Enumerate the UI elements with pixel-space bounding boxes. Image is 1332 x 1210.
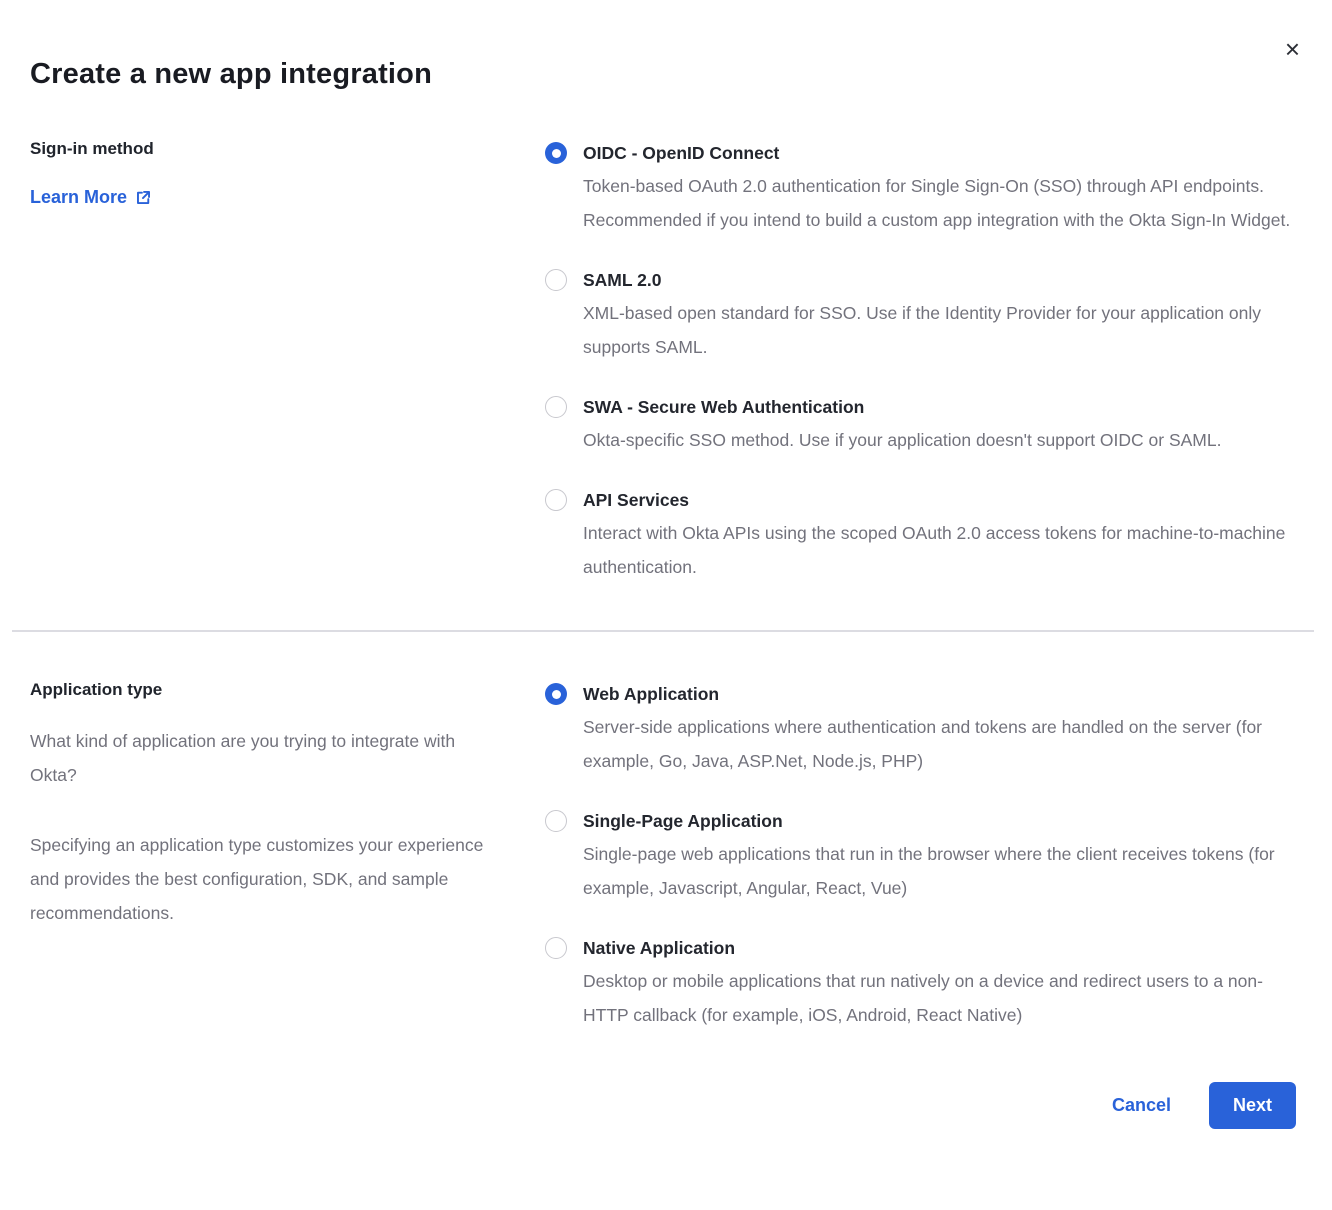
radio-option-label[interactable]: SWA - Secure Web Authentication [583, 393, 1221, 421]
cancel-button[interactable]: Cancel [1112, 1095, 1171, 1116]
signin-method-option-0[interactable]: OIDC - OpenID Connect Token-based OAuth … [545, 139, 1296, 237]
radio-option-description: Server-side applications where authentic… [583, 710, 1295, 778]
radio-option-label[interactable]: OIDC - OpenID Connect [583, 139, 1295, 167]
application-type-option-1[interactable]: Single-Page Application Single-page web … [545, 807, 1296, 905]
radio-option-label[interactable]: Native Application [583, 934, 1295, 962]
application-type-label: Application type [30, 680, 515, 700]
radio-button-icon[interactable] [545, 810, 567, 832]
signin-method-option-2[interactable]: SWA - Secure Web Authentication Okta-spe… [545, 393, 1296, 457]
learn-more-label: Learn More [30, 187, 127, 208]
section-divider [12, 630, 1314, 632]
radio-option-description: Single-page web applications that run in… [583, 837, 1295, 905]
signin-method-option-1[interactable]: SAML 2.0 XML-based open standard for SSO… [545, 266, 1296, 364]
application-type-option-2[interactable]: Native Application Desktop or mobile app… [545, 934, 1296, 1032]
application-type-option-0[interactable]: Web Application Server-side applications… [545, 680, 1296, 778]
radio-button-icon[interactable] [545, 142, 567, 164]
signin-method-section: Sign-in method Learn More OIDC - OpenID … [30, 139, 1296, 584]
radio-button-icon[interactable] [545, 937, 567, 959]
radio-option-description: Desktop or mobile applications that run … [583, 964, 1295, 1032]
radio-option-label[interactable]: API Services [583, 486, 1295, 514]
radio-button-icon[interactable] [545, 396, 567, 418]
radio-option-description: Token-based OAuth 2.0 authentication for… [583, 169, 1295, 237]
dialog-title: Create a new app integration [30, 58, 1296, 91]
signin-method-option-3[interactable]: API Services Interact with Okta APIs usi… [545, 486, 1296, 584]
application-type-section: Application type What kind of applicatio… [30, 680, 1296, 1032]
application-type-options: Web Application Server-side applications… [545, 680, 1296, 1032]
create-app-integration-dialog: × Create a new app integration Sign-in m… [0, 0, 1332, 1210]
learn-more-link[interactable]: Learn More [30, 187, 152, 208]
close-icon[interactable]: × [1285, 36, 1300, 62]
radio-option-description: Okta-specific SSO method. Use if your ap… [583, 423, 1221, 457]
radio-option-label[interactable]: Single-Page Application [583, 807, 1295, 835]
radio-button-icon[interactable] [545, 489, 567, 511]
external-link-icon [135, 189, 152, 206]
radio-option-label[interactable]: SAML 2.0 [583, 266, 1295, 294]
radio-button-icon[interactable] [545, 683, 567, 705]
application-type-explanation: Specifying an application type customize… [30, 828, 500, 930]
signin-method-options: OIDC - OpenID Connect Token-based OAuth … [545, 139, 1296, 584]
dialog-footer: Cancel Next [30, 1082, 1296, 1129]
signin-method-label: Sign-in method [30, 139, 515, 159]
application-type-question: What kind of application are you trying … [30, 724, 500, 792]
next-button[interactable]: Next [1209, 1082, 1296, 1129]
radio-option-description: XML-based open standard for SSO. Use if … [583, 296, 1295, 364]
radio-option-description: Interact with Okta APIs using the scoped… [583, 516, 1295, 584]
radio-button-icon[interactable] [545, 269, 567, 291]
radio-option-label[interactable]: Web Application [583, 680, 1295, 708]
